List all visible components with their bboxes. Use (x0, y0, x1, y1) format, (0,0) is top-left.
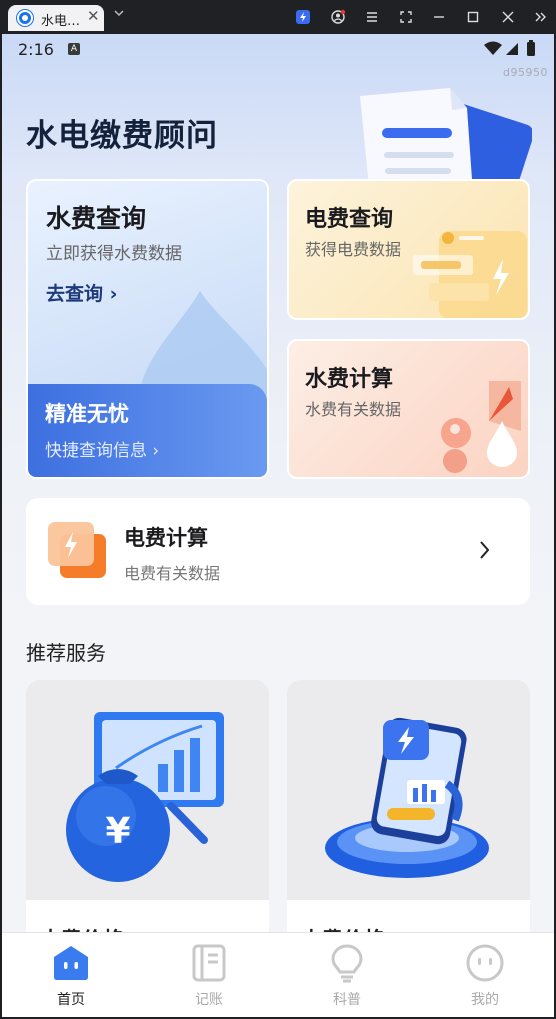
electric-query-title: 电费查询 (305, 207, 394, 232)
tab-title: 水电… (41, 14, 81, 29)
electric-calc-subtitle: 电费有关数据 (124, 564, 221, 583)
nav-item-mine[interactable]: 我的 (416, 933, 554, 1017)
nav-label: 首页 (57, 992, 85, 1008)
watermark-text: d95950 (503, 66, 548, 79)
phone-lightning-illustration-icon (325, 717, 489, 878)
water-query-subtitle: 立即获得水费数据 (46, 244, 182, 264)
close-window-icon[interactable] (500, 9, 516, 25)
go-query-link[interactable]: 去查询 › (46, 279, 117, 306)
service-card-electric-price[interactable]: 电费价格 (287, 680, 530, 950)
nav-item-home[interactable]: 首页 (2, 933, 140, 1017)
status-time: 2:16 (18, 40, 54, 59)
electric-query-subtitle: 获得电费数据 (305, 240, 402, 259)
electric-query-card[interactable]: 电费查询 获得电费数据 (287, 179, 530, 320)
water-query-title: 水费查询 (46, 204, 147, 233)
app-screen: 2:16 A d95950 水电缴费顾问 水费查询 立即获得水费数据 去查询 ›… (2, 34, 554, 1017)
water-calc-subtitle: 水费有关数据 (305, 400, 402, 419)
menu-icon[interactable] (364, 9, 380, 25)
accurate-title: 精准无忧 (45, 402, 129, 426)
nav-item-science[interactable]: 科普 (278, 933, 416, 1017)
home-face-icon (54, 946, 88, 980)
extension-bolt-icon[interactable] (295, 9, 311, 25)
money-bag-chart-illustration-icon: ¥ (66, 712, 224, 882)
water-query-card[interactable]: 水费查询 立即获得水费数据 去查询 › 精准无忧 快捷查询信息 › (26, 179, 269, 479)
status-notification-icon: A (68, 43, 80, 55)
maximize-icon[interactable] (465, 9, 481, 25)
water-calc-card[interactable]: 水费计算 水费有关数据 (287, 339, 530, 479)
signal-battery-icons (484, 40, 535, 56)
page-title: 水电缴费顾问 (26, 118, 218, 154)
app-favicon-icon (17, 10, 33, 26)
profile-face-icon (466, 944, 504, 982)
nav-item-ledger[interactable]: 记账 (140, 933, 278, 1017)
chevron-right-icon[interactable] (478, 538, 492, 562)
section-title: 推荐服务 (26, 641, 106, 665)
nav-label: 科普 (333, 992, 361, 1008)
browser-title-bar: 水电… ✕ (0, 0, 556, 34)
accurate-panel[interactable]: 精准无忧 快捷查询信息 › (28, 384, 267, 477)
double-chevron-right-icon[interactable] (533, 9, 549, 25)
svg-text:¥: ¥ (105, 811, 130, 852)
electric-meter-illustration-icon (413, 231, 527, 318)
bottom-navigation: 首页 记账 科普 我的 (2, 932, 554, 1017)
screenshot-icon[interactable] (398, 9, 414, 25)
close-tab-icon[interactable]: ✕ (87, 7, 100, 25)
minimize-icon[interactable] (431, 9, 447, 25)
notebook-icon (192, 944, 226, 982)
browser-tab[interactable]: 水电… ✕ (8, 5, 104, 31)
status-bar: 2:16 A (2, 34, 554, 64)
water-drop-illustration-icon (441, 381, 521, 473)
lightbulb-icon (331, 944, 363, 983)
electric-calc-card[interactable]: 电费计算 电费有关数据 (26, 498, 530, 605)
chevron-down-icon[interactable] (113, 7, 125, 19)
water-calc-title: 水费计算 (305, 367, 394, 392)
nav-label: 我的 (471, 992, 499, 1008)
electric-calc-title: 电费计算 (124, 526, 208, 550)
lightning-calc-icon (48, 522, 106, 578)
account-icon[interactable] (330, 9, 346, 25)
nav-label: 记账 (195, 992, 223, 1008)
quick-query-link[interactable]: 快捷查询信息 › (45, 436, 159, 461)
service-card-water-price[interactable]: ¥ 水费价格 (26, 680, 269, 950)
